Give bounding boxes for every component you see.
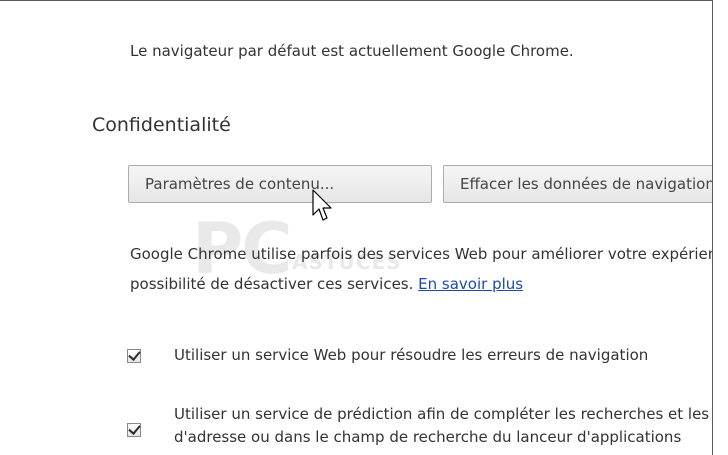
prediction-service-label-line2: d'adresse ou dans le champ de recherche … — [174, 428, 682, 446]
navigation-errors-label: Utiliser un service Web pour résoudre le… — [174, 346, 649, 364]
checkmark-icon — [128, 348, 141, 361]
privacy-description: Google Chrome utilise parfois des servic… — [130, 239, 712, 299]
privacy-description-line2-text: possibilité de désactiver ces services. — [130, 275, 414, 293]
privacy-section-title: Confidentialité — [92, 114, 231, 136]
mouse-pointer-icon — [312, 189, 332, 221]
content-settings-button[interactable]: Paramètres de contenu... — [128, 165, 432, 203]
navigation-errors-checkbox[interactable] — [127, 348, 141, 363]
default-browser-text: Le navigateur par défaut est actuellemen… — [130, 42, 574, 60]
prediction-service-checkbox[interactable] — [127, 422, 141, 437]
learn-more-link[interactable]: En savoir plus — [418, 275, 523, 293]
privacy-description-line2: possibilité de désactiver ces services. … — [130, 269, 712, 299]
clear-browsing-data-button[interactable]: Effacer les données de navigation... — [443, 165, 712, 203]
prediction-service-label-line1: Utiliser un service de prédiction afin d… — [174, 405, 712, 423]
checkmark-icon — [128, 422, 141, 435]
prediction-service-label: Utiliser un service de prédiction afin d… — [174, 403, 712, 449]
settings-page: Le navigateur par défaut est actuellemen… — [0, 0, 713, 455]
privacy-description-line1: Google Chrome utilise parfois des servic… — [130, 245, 712, 263]
